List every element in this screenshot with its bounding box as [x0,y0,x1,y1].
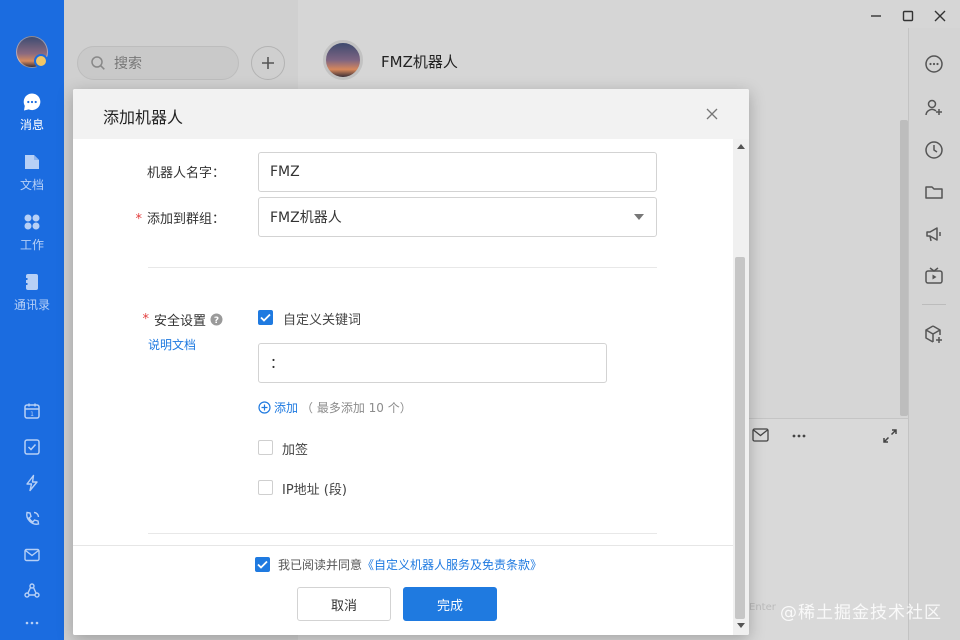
mail-icon[interactable] [752,428,769,442]
dialog-title: 添加机器人 [103,108,184,127]
nav-item-messages[interactable]: 消息 [0,86,64,138]
group-label: * 添加到群组： [113,208,225,227]
caret-down-icon [634,214,644,220]
add-robot-dialog: 添加机器人 机器人名字： FMZ * 添加到群组： FMZ机器人 * 安全设置 ?… [73,89,749,635]
group-label-text: 添加到群组： [146,212,225,227]
ip-checkbox[interactable] [258,480,273,495]
mail-icon[interactable] [20,543,44,567]
dialog-footer: 我已阅读并同意 《自定义机器人服务及免责条款》 取消 完成 [73,545,733,635]
nav-label: 工作 [19,237,44,252]
watermark: @稀土掘金技术社区 [780,603,942,623]
close-window-button[interactable] [930,6,950,26]
folder-icon[interactable] [922,180,946,204]
scroll-up-icon[interactable] [736,141,746,151]
scroll-down-icon[interactable] [736,620,746,630]
search-input[interactable]: 搜索 [77,46,239,80]
svg-text:1: 1 [30,411,34,418]
chat-avatar[interactable] [323,40,363,80]
divider [148,533,657,534]
agree-checkbox[interactable] [255,557,270,572]
divider [148,267,657,268]
contacts-icon [22,272,42,292]
history-clock-icon[interactable] [922,138,946,162]
agree-prefix: 我已阅读并同意 [278,558,363,572]
keyword-checkbox[interactable] [258,310,273,325]
more-dots-icon[interactable] [20,611,44,635]
sign-label: 加签 [282,443,309,458]
doc-link[interactable]: 说明文档 [148,336,196,353]
cancel-button[interactable]: 取消 [297,587,391,621]
announcement-icon[interactable] [922,222,946,246]
group-select[interactable]: FMZ机器人 [258,197,657,237]
nav-label: 消息 [19,117,44,132]
minimize-button[interactable] [866,6,886,26]
security-label: * 安全设置 ? [133,310,223,329]
chat-scrollbar[interactable] [900,120,908,416]
enter-hint: Enter [749,602,776,613]
robot-name-label: 机器人名字： [146,166,225,181]
nav-item-contacts[interactable]: 通讯录 [0,266,64,318]
nav-label: 通讯录 [13,297,50,312]
dialog-scroll-thumb[interactable] [735,257,745,619]
group-select-value: FMZ机器人 [270,210,342,226]
status-badge [34,54,48,68]
apps-grid-icon [22,212,42,232]
lightning-icon[interactable] [20,471,44,495]
help-icon[interactable]: ? [210,313,223,326]
maximize-button[interactable] [898,6,918,26]
terms-link[interactable]: 《自定义机器人服务及免责条款》 [362,556,542,573]
plus-icon [261,56,275,70]
expand-icon[interactable] [882,428,898,444]
nav-item-docs[interactable]: 文档 [0,146,64,198]
todo-check-icon[interactable] [20,435,44,459]
plus-circle-icon[interactable] [258,401,271,414]
close-dialog-button[interactable] [703,105,721,123]
left-nav: 消息 文档 工作 通讯录 1 [0,0,64,640]
nav-label: 文档 [19,177,44,192]
done-button[interactable]: 完成 [403,587,497,621]
cube-add-icon[interactable] [922,322,946,346]
chat-title: FMZ机器人 [381,53,458,71]
check-icon [257,560,268,569]
chat-bubble-icon [22,92,42,112]
keyword-input[interactable]: ： [258,343,607,383]
required-mark: * [135,212,142,227]
robot-name-input[interactable]: FMZ [258,152,657,192]
svg-text:?: ? [214,316,219,326]
check-icon [260,313,271,322]
agree-text: 我已阅读并同意 《自定义机器人服务及免责条款》 [278,556,542,573]
keyword-label: 自定义关键词 [283,313,362,328]
phone-icon[interactable] [20,507,44,531]
document-icon [22,152,42,172]
network-icon[interactable] [20,579,44,603]
ip-label: IP地址 (段) [282,483,347,498]
security-label-text: 安全设置 [153,314,206,329]
live-tv-icon[interactable] [922,264,946,288]
add-keyword-hint: （ 最多添加 10 个） [301,401,412,415]
more-dots-icon[interactable] [791,433,807,439]
search-icon [90,55,106,71]
rail-divider [922,304,946,305]
create-button[interactable] [251,46,285,80]
calendar-icon[interactable]: 1 [20,399,44,423]
search-placeholder: 搜索 [114,56,142,72]
nav-item-work[interactable]: 工作 [0,206,64,258]
more-circle-icon[interactable] [922,52,946,76]
add-member-icon[interactable] [922,96,946,120]
required-mark: * [142,312,149,327]
sign-checkbox[interactable] [258,440,273,455]
add-keyword-row: 添加 （ 最多添加 10 个） [258,399,412,416]
close-icon [706,108,718,120]
add-keyword-link[interactable]: 添加 [274,399,298,416]
